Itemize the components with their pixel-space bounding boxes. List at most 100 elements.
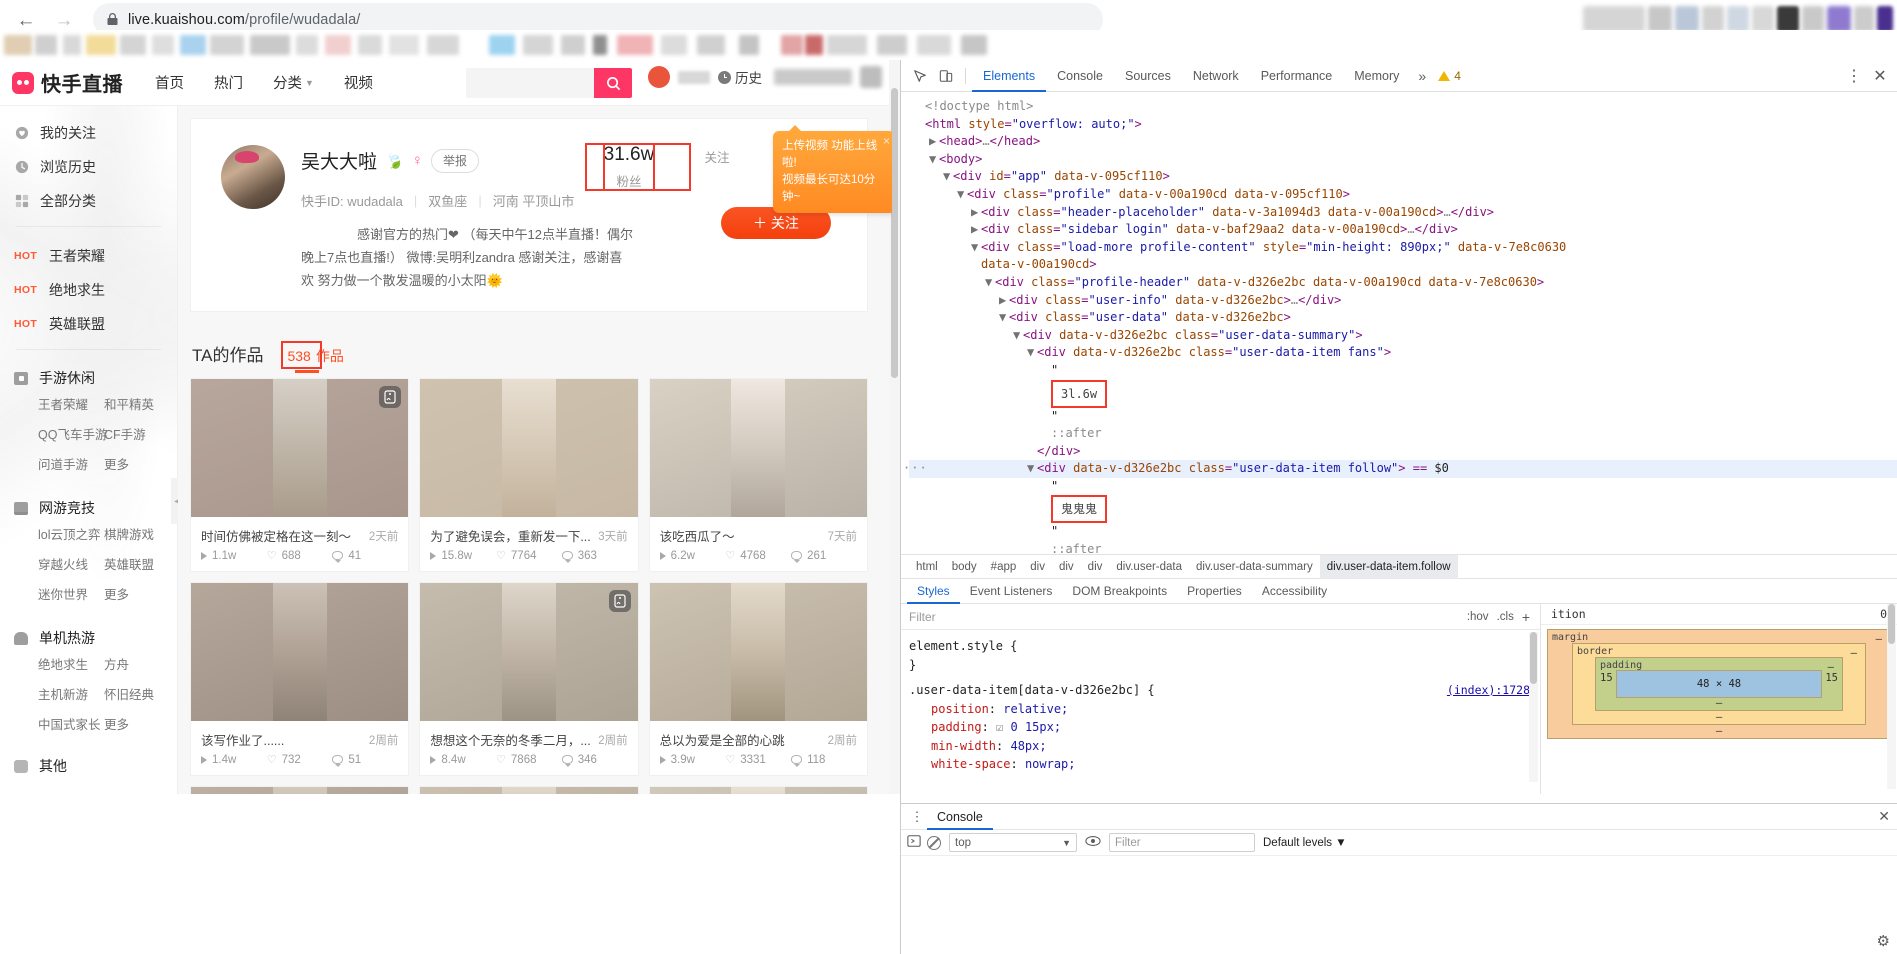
sublink[interactable]: 绝地求生 [38, 654, 104, 676]
kebab-menu-icon[interactable]: ⋮ [1841, 63, 1867, 89]
video-thumbnail[interactable] [420, 379, 638, 517]
video-thumbnail[interactable] [191, 583, 409, 721]
dom-tree-line[interactable]: ▶ <head>…</head> [909, 133, 1897, 151]
stat-fans[interactable]: 31.6w 粉丝 [585, 143, 691, 191]
stat-follows[interactable]: 关注 [603, 143, 761, 191]
dom-tree-line[interactable]: ▼ <div class="profile" data-v-00a190cd da… [909, 186, 1897, 204]
search-button[interactable] [594, 68, 632, 98]
css-declaration[interactable]: white-space: nowrap; [909, 755, 1540, 774]
console-filter-input[interactable]: Filter [1109, 833, 1255, 852]
sublink[interactable]: 更多 [104, 714, 170, 736]
device-toolbar-icon[interactable] [933, 63, 959, 89]
dom-tree-line[interactable]: <html style="overflow: auto;"> [909, 116, 1897, 134]
report-button[interactable]: 举报 [430, 148, 479, 173]
dom-tree-line[interactable]: 鬼鬼鬼 [909, 495, 1897, 524]
sublink[interactable]: 中国式家长 [38, 714, 104, 736]
sidebar-category-other[interactable]: 其他 [0, 750, 177, 782]
list-item[interactable]: 想想这个无奈的冬季二月，... 2周前 8.4w ♡ 7868 346 [419, 582, 639, 776]
disclosure-triangle-icon[interactable]: ▼ [929, 151, 939, 169]
dom-tree-line[interactable]: ▼ <div class="profile-header" data-v-d326… [909, 274, 1897, 292]
tab-properties[interactable]: Properties [1177, 578, 1252, 604]
breadcrumb-item[interactable]: body [945, 555, 984, 579]
styles-filter-input[interactable]: Filter [909, 610, 1459, 624]
history-link[interactable]: 历史 [718, 67, 762, 87]
bookmarks-bar[interactable] [0, 30, 1897, 60]
breadcrumb-item[interactable]: #app [984, 555, 1024, 579]
dom-tree-line[interactable]: ::after [909, 425, 1897, 443]
box-model-content[interactable]: 48 × 48 [1616, 670, 1822, 698]
dom-tree-line[interactable]: ▶ <div class="header-placeholder" data-v-… [909, 204, 1897, 222]
list-item[interactable]: 时间仿佛被定格在这一刻～ 2天前 1.1w ♡ 688 41 [190, 378, 410, 572]
list-item[interactable]: 总以为爱是全部的心跳 2周前 3.9w ♡ 3331 118 [648, 582, 868, 776]
dom-tree-line[interactable]: ▼ <div class="load-more profile-content" … [909, 239, 1897, 257]
sublink[interactable]: lol云顶之弈 [38, 524, 104, 546]
disclosure-triangle-icon[interactable]: ▼ [957, 186, 967, 204]
console-context-selector[interactable]: top ▼ [949, 833, 1077, 852]
sublink[interactable]: 更多 [104, 584, 170, 606]
breadcrumb-item[interactable]: div [1052, 555, 1081, 579]
disclosure-triangle-icon[interactable]: ▼ [985, 274, 995, 292]
avatar[interactable] [221, 145, 285, 209]
list-item[interactable] [648, 786, 868, 794]
dom-tree-line[interactable]: ▶ <div class="sidebar login" data-v-baf29… [909, 221, 1897, 239]
dom-tree-line[interactable]: ▼ <body> [909, 151, 1897, 169]
scrollbar-thumb[interactable] [1888, 604, 1895, 644]
search-input[interactable] [466, 68, 594, 98]
dom-tree-line[interactable]: </div> [909, 443, 1897, 461]
tab-console[interactable]: Console [1046, 60, 1114, 92]
elements-tree[interactable]: <!doctype html> <html style="overflow: au… [901, 92, 1897, 554]
styles-scrollbar[interactable] [1529, 632, 1538, 782]
dom-tree-line[interactable]: " [909, 362, 1897, 380]
dom-tree-line[interactable]: " [909, 408, 1897, 426]
breadcrumb-item[interactable]: div.user-data-item.follow [1319, 554, 1458, 579]
tab-elements[interactable]: Elements [972, 60, 1046, 92]
sidebar-item-history[interactable]: 浏览历史 [0, 150, 177, 184]
dom-tree-line[interactable]: ::after [909, 541, 1897, 554]
kebab-menu-icon[interactable]: ⋮ [907, 809, 927, 825]
sublink[interactable]: 怀旧经典 [104, 684, 170, 706]
eye-icon[interactable] [1085, 835, 1101, 850]
tab-works[interactable]: 538 作品 [281, 341, 344, 373]
breadcrumb-item[interactable]: div [1081, 555, 1110, 579]
nav-item-home[interactable]: 首页 [155, 72, 184, 93]
tab-dom-breakpoints[interactable]: DOM Breakpoints [1062, 578, 1177, 604]
sublink[interactable]: CF手游 [104, 424, 170, 446]
cls-toggle[interactable]: .cls [1497, 611, 1514, 623]
close-icon[interactable]: ✕ [1867, 63, 1893, 89]
console-levels-selector[interactable]: Default levels ▼ [1263, 837, 1347, 849]
close-icon[interactable]: × [883, 133, 890, 150]
tab-accessibility[interactable]: Accessibility [1252, 578, 1337, 604]
sublink[interactable]: 迷你世界 [38, 584, 104, 606]
video-thumbnail[interactable] [649, 583, 867, 721]
breadcrumb-item[interactable]: div [1023, 555, 1052, 579]
video-thumbnail[interactable] [649, 379, 867, 517]
avatar[interactable] [648, 66, 670, 88]
close-icon[interactable]: ✕ [1878, 808, 1890, 825]
tab-network[interactable]: Network [1182, 60, 1250, 92]
dom-tree-line[interactable]: " [909, 523, 1897, 541]
video-thumbnail[interactable] [649, 787, 867, 794]
nav-item-video[interactable]: 视频 [344, 72, 373, 93]
clear-console-icon[interactable] [927, 835, 941, 850]
sidebar-item-honor-of-kings[interactable]: HOT 王者荣耀 [0, 239, 177, 273]
tab-event-listeners[interactable]: Event Listeners [960, 578, 1063, 604]
disclosure-triangle-icon[interactable]: ▼ [1013, 327, 1023, 345]
disclosure-triangle-icon[interactable]: ▶ [971, 221, 981, 239]
sublink[interactable]: 王者荣耀 [38, 394, 104, 416]
dom-tree-line[interactable]: 3l.6w [909, 379, 1897, 408]
nav-item-hot[interactable]: 热门 [214, 72, 243, 93]
tab-styles[interactable]: Styles [907, 578, 960, 604]
breadcrumb-item[interactable]: div.user-data [1109, 555, 1189, 579]
dom-tree-line[interactable]: ▼ <div data-v-d326e2bc class="user-data-s… [909, 327, 1897, 345]
tab-performance[interactable]: Performance [1250, 60, 1344, 92]
video-thumbnail[interactable] [420, 583, 638, 721]
disclosure-triangle-icon[interactable]: ▶ [929, 133, 939, 151]
sublink[interactable]: 英雄联盟 [104, 554, 170, 576]
list-item[interactable] [419, 786, 639, 794]
warning-badge[interactable]: 4 [1438, 69, 1461, 83]
video-thumbnail[interactable] [420, 787, 638, 794]
dom-tree-line[interactable]: " [909, 478, 1897, 496]
breadcrumb-item[interactable]: html [909, 555, 945, 579]
sublink[interactable]: 棋牌游戏 [104, 524, 170, 546]
breadcrumb-item[interactable]: div.user-data-summary [1189, 555, 1320, 579]
